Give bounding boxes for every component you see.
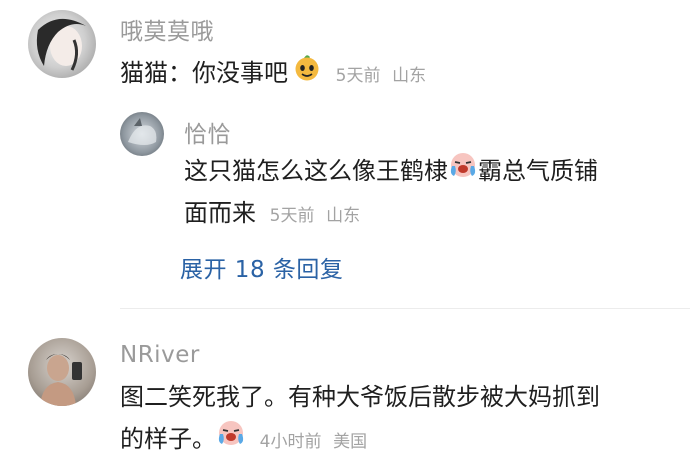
comment-time: 4小时前 [259,432,322,452]
reply-text-line2: 面而来 5天前 山东 [184,190,360,239]
crying-laughing-emoji-icon [448,149,478,195]
comment-location: 美国 [333,432,368,452]
crying-laughing-emoji-icon [216,417,246,463]
comment-username[interactable]: NRiver [120,342,200,368]
comment-location: 山东 [392,66,427,86]
reply-avatar[interactable] [120,112,164,156]
smiling-face-emoji-icon [292,51,322,97]
reply-text-line2-content: 面而来 [184,199,256,227]
reply-time: 5天前 [269,206,315,226]
avatar[interactable] [28,10,96,78]
avatar[interactable] [28,338,96,406]
reply-location: 山东 [326,206,361,226]
comment-text-content: 猫猫：你没事吧 [120,59,288,87]
comment-text-line2-content: 的样子。 [120,425,216,453]
comment-time: 5天前 [335,66,381,86]
reply-text-part-a: 这只猫怎么这么像王鹤棣 [184,157,448,185]
reply-username[interactable]: 恰恰 [184,115,231,149]
comment-divider [120,308,690,309]
comment-text: 猫猫：你没事吧 5天前 山东 [120,50,426,99]
reply-text-part-b: 霸总气质铺 [478,157,598,185]
comment-username[interactable]: 哦莫莫哦 [120,12,214,46]
comment-text-line2: 的样子。 4小时前 美国 [120,416,367,465]
reply-text-line1: 这只猫怎么这么像王鹤棣 霸总气质铺 [184,148,598,195]
expand-replies-link[interactable]: 展开 18 条回复 [180,250,343,284]
comment-text-line1: 图二笑死我了。有种大爷饭后散步被大妈抓到 [120,383,600,411]
